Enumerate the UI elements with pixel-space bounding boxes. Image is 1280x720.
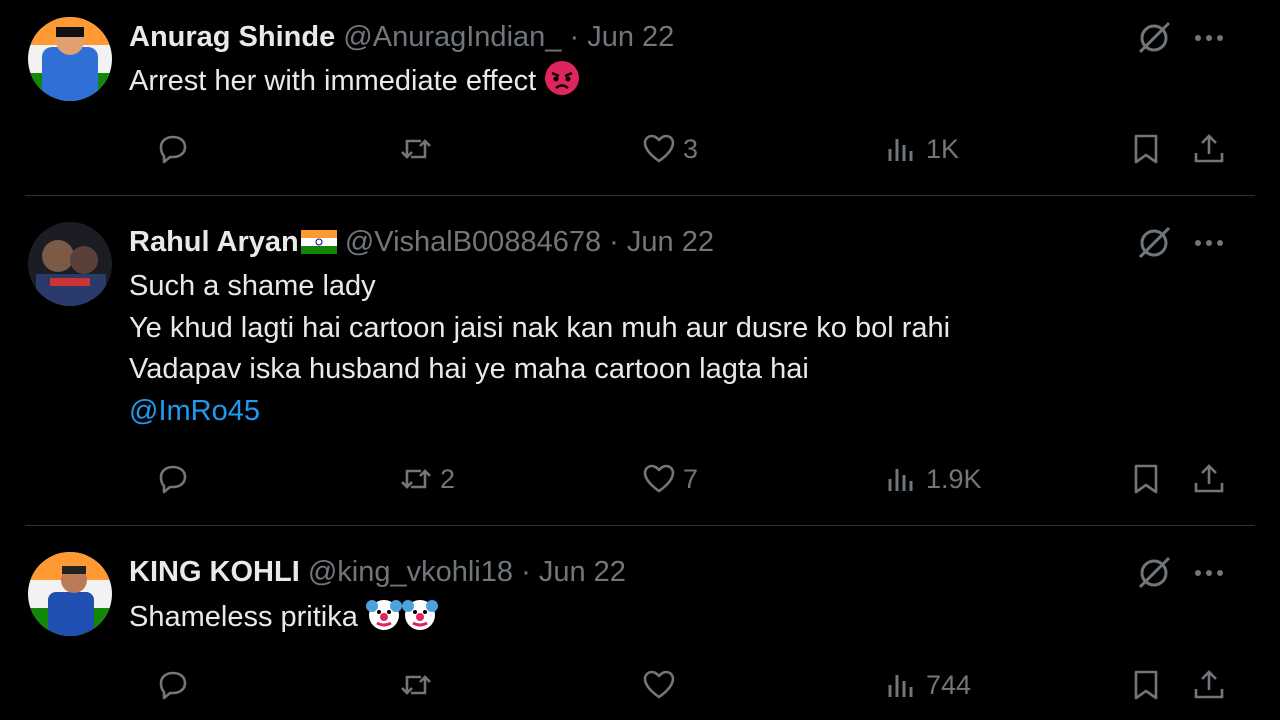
- more-icon[interactable]: [1189, 18, 1229, 58]
- repost-count: 2: [440, 463, 456, 494]
- reply-button[interactable]: [155, 665, 197, 705]
- views-button[interactable]: 744: [884, 665, 971, 705]
- like-icon: [643, 670, 675, 699]
- views-icon: [888, 139, 913, 161]
- like-icon: [643, 464, 675, 493]
- tweet-date[interactable]: Jun 22: [627, 226, 714, 258]
- like-button[interactable]: 7: [641, 459, 698, 499]
- reply-button[interactable]: [155, 129, 197, 169]
- reply-icon: [159, 671, 187, 700]
- tweet-line: Ye khud lagti hai cartoon jaisi nak kan …: [129, 311, 951, 344]
- tweet-date[interactable]: Jun 22: [539, 556, 626, 588]
- more-icon[interactable]: [1189, 223, 1229, 263]
- tweet-line: Shameless pritika: [129, 601, 358, 633]
- author-handle[interactable]: @VishalB00884678: [345, 226, 601, 258]
- views-button[interactable]: 1.9K: [884, 459, 982, 499]
- tweet-text: Shameless pritika: [129, 596, 438, 639]
- separator: ·: [569, 21, 580, 53]
- tweet-line: Arrest her with immediate effect: [129, 65, 537, 97]
- avatar[interactable]: [28, 222, 112, 306]
- share-button[interactable]: [1191, 665, 1227, 705]
- views-button[interactable]: 1K: [884, 129, 959, 169]
- grok-icon[interactable]: [1134, 553, 1174, 593]
- separator: ·: [609, 226, 619, 258]
- share-icon: [1194, 464, 1224, 493]
- tweet-text: Such a shame lady Ye khud lagti hai cart…: [129, 266, 950, 432]
- author-name[interactable]: KING KOHLI: [129, 556, 300, 588]
- repost-icon: [401, 469, 431, 489]
- tweet-header: Rahul Aryan @VishalB00884678 · Jun 22: [129, 224, 714, 260]
- share-button[interactable]: [1191, 129, 1227, 169]
- repost-icon: [401, 139, 431, 159]
- bookmark-icon: [1134, 134, 1158, 164]
- bookmark-button[interactable]: [1128, 129, 1164, 169]
- bookmark-icon: [1134, 670, 1158, 700]
- like-button[interactable]: [641, 665, 683, 705]
- view-count: 1K: [926, 133, 960, 164]
- repost-button[interactable]: 2: [398, 459, 455, 499]
- author-name[interactable]: Anurag Shinde: [129, 21, 335, 53]
- share-button[interactable]: [1191, 459, 1227, 499]
- like-count: 3: [683, 133, 699, 164]
- tweet-line: Vadapav iska husband hai ye maha cartoon…: [129, 353, 809, 385]
- bookmark-icon: [1134, 464, 1158, 494]
- grok-icon[interactable]: [1134, 18, 1174, 58]
- clown-face-icon: [365, 596, 402, 632]
- view-count: 1.9K: [926, 463, 982, 494]
- tweet-header: KING KOHLI @king_vkohli18 · Jun 22: [129, 554, 626, 590]
- like-count: 7: [683, 463, 699, 494]
- bookmark-button[interactable]: [1128, 665, 1164, 705]
- bookmark-button[interactable]: [1128, 459, 1164, 499]
- repost-button[interactable]: [398, 665, 440, 705]
- mention-link[interactable]: @ImRo45: [129, 391, 950, 433]
- author-name[interactable]: Rahul Aryan: [129, 226, 299, 258]
- avatar[interactable]: [28, 17, 112, 101]
- divider: [25, 525, 1255, 526]
- share-icon: [1194, 134, 1224, 163]
- tweet-line: Such a shame lady: [129, 270, 376, 302]
- reply-icon: [159, 135, 187, 164]
- views-icon: [888, 469, 913, 491]
- separator: ·: [521, 556, 531, 588]
- reply-button[interactable]: [155, 459, 197, 499]
- india-flag-icon: [300, 227, 337, 254]
- view-count: 744: [926, 669, 972, 700]
- tweet-text: Arrest her with immediate effect: [129, 60, 580, 103]
- divider: [25, 195, 1255, 196]
- repost-icon: [401, 675, 431, 695]
- angry-face-icon: [544, 60, 580, 96]
- share-icon: [1194, 670, 1224, 699]
- clown-face-icon: [401, 596, 438, 632]
- views-icon: [888, 675, 913, 697]
- reply-icon: [159, 465, 187, 494]
- more-icon[interactable]: [1189, 553, 1229, 593]
- tweet-header: Anurag Shinde @AnuragIndian_ · Jun 22: [129, 19, 674, 55]
- like-button[interactable]: 3: [641, 129, 698, 169]
- tweet-date[interactable]: Jun 22: [587, 21, 674, 53]
- repost-button[interactable]: [398, 129, 440, 169]
- avatar[interactable]: [28, 552, 112, 636]
- author-handle[interactable]: @king_vkohli18: [308, 556, 513, 588]
- like-icon: [643, 134, 675, 163]
- author-handle[interactable]: @AnuragIndian_: [343, 21, 561, 53]
- grok-icon[interactable]: [1134, 223, 1174, 263]
